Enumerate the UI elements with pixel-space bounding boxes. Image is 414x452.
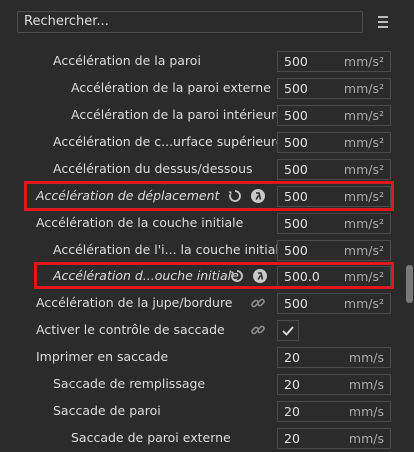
setting-value-field[interactable]: 500 mm/s²	[277, 213, 391, 234]
setting-row-initial-layer-print-acceleration: Accélération de l'i... la couche initial…	[0, 237, 400, 263]
setting-value-field[interactable]: 500 mm/s²	[277, 78, 391, 99]
field-unit: mm/s²	[343, 189, 384, 204]
setting-label: Accélération du dessus/dessous	[53, 161, 253, 176]
setting-label: Accélération de la paroi intérieure	[71, 107, 284, 122]
checkmark-icon	[282, 326, 294, 336]
setting-value-field[interactable]: 20 mm/s	[277, 374, 391, 395]
setting-label: Saccade de paroi	[53, 403, 161, 418]
scrollbar-thumb[interactable]	[406, 265, 413, 303]
setting-label: Accélération de la paroi externe	[71, 80, 271, 95]
field-unit: mm/s²	[343, 269, 384, 284]
setting-row-wall-jerk: Saccade de paroi 20 mm/s	[0, 398, 400, 424]
setting-row-outer-wall-jerk: Saccade de paroi externe 20 mm/s	[0, 425, 400, 451]
field-unit: mm/s²	[343, 135, 384, 150]
setting-label: Imprimer en saccade	[36, 349, 169, 364]
setting-row-top-surface-acceleration: Accélération de c...urface supérieure 50…	[0, 129, 400, 155]
field-value: 500	[284, 135, 308, 150]
setting-row-initial-layer-acceleration: Accélération de la couche initiale 500 m…	[0, 210, 400, 236]
field-unit: mm/s	[348, 404, 384, 419]
enable-jerk-checkbox[interactable]	[277, 320, 299, 341]
field-unit: mm/s	[348, 350, 384, 365]
hamburger-menu-icon[interactable]	[375, 13, 391, 31]
setting-label: Accélération de c...urface supérieure	[53, 134, 284, 149]
settings-list: Accélération de la paroi 500 mm/s² Accél…	[0, 44, 400, 452]
setting-row-outer-wall-acceleration: Accélération de la paroi externe 500 mm/…	[0, 75, 400, 101]
link-icon	[251, 298, 265, 308]
field-unit: mm/s²	[343, 108, 384, 123]
field-value: 20	[284, 350, 300, 365]
search-input[interactable]: Rechercher...	[17, 11, 363, 33]
setting-value-field[interactable]: 500 mm/s²	[277, 105, 391, 126]
scrollbar[interactable]	[404, 44, 414, 452]
field-unit: mm/s²	[343, 216, 384, 231]
field-value: 500	[284, 243, 308, 258]
field-value: 500	[284, 296, 308, 311]
field-value: 500	[284, 108, 308, 123]
field-value: 500	[284, 54, 308, 69]
setting-value-field[interactable]: 500 mm/s²	[277, 132, 391, 153]
setting-value-field[interactable]: 20 mm/s	[277, 401, 391, 422]
field-unit: mm/s²	[343, 243, 384, 258]
setting-row-inner-wall-acceleration: Accélération de la paroi intérieure 500 …	[0, 102, 400, 128]
field-value: 20	[284, 404, 300, 419]
setting-value-field[interactable]: 500 mm/s²	[277, 240, 391, 261]
info-icon[interactable]	[252, 268, 268, 284]
field-value: 500	[284, 81, 308, 96]
setting-row-print-jerk: Imprimer en saccade 20 mm/s	[0, 344, 400, 370]
field-value: 500.0	[284, 269, 320, 284]
setting-label: Accélération de déplacement	[36, 188, 220, 203]
field-unit: mm/s²	[343, 162, 384, 177]
field-value: 500	[284, 189, 308, 204]
setting-row-infill-jerk: Saccade de remplissage 20 mm/s	[0, 371, 400, 397]
setting-label: Accélération de la couche initiale	[36, 215, 244, 230]
field-value: 20	[284, 431, 300, 446]
setting-row-enable-jerk-control: Activer le contrôle de saccade	[0, 317, 400, 343]
setting-value-field[interactable]: 500 mm/s²	[277, 159, 391, 180]
reset-icon[interactable]	[229, 268, 245, 284]
search-bar: Rechercher...	[0, 0, 414, 44]
reset-icon[interactable]	[227, 188, 243, 204]
field-unit: mm/s	[348, 377, 384, 392]
field-value: 500	[284, 216, 308, 231]
setting-row-skirt-brim-acceleration: Accélération de la jupe/bordure 500 mm/s…	[0, 290, 400, 316]
setting-value-field[interactable]: 500 mm/s²	[277, 293, 391, 314]
setting-label: Activer le contrôle de saccade	[36, 322, 225, 337]
setting-value-field[interactable]: 20 mm/s	[277, 347, 391, 368]
setting-row-top-bottom-acceleration: Accélération du dessus/dessous 500 mm/s²	[0, 156, 400, 182]
info-icon[interactable]	[250, 188, 266, 204]
setting-label: Saccade de remplissage	[53, 376, 206, 391]
setting-row-initial-layer-travel-acceleration: Accélération d...ouche initiale 500.0 mm…	[0, 263, 400, 289]
setting-label: Accélération de la paroi	[53, 53, 201, 68]
field-unit: mm/s	[348, 431, 384, 446]
setting-value-field[interactable]: 20 mm/s	[277, 428, 391, 449]
field-unit: mm/s²	[343, 81, 384, 96]
setting-label: Accélération d...ouche initiale	[53, 268, 239, 283]
setting-label: Saccade de paroi externe	[71, 430, 231, 445]
setting-label: Accélération de la jupe/bordure	[36, 295, 233, 310]
setting-value-field[interactable]: 500 mm/s²	[277, 51, 391, 72]
link-icon	[251, 325, 265, 335]
setting-row-travel-acceleration: Accélération de déplacement 500 mm/s²	[0, 183, 400, 209]
setting-row-wall-acceleration: Accélération de la paroi 500 mm/s²	[0, 48, 400, 74]
field-unit: mm/s²	[343, 296, 384, 311]
setting-value-field[interactable]: 500 mm/s²	[277, 186, 391, 207]
field-unit: mm/s²	[343, 54, 384, 69]
field-value: 500	[284, 162, 308, 177]
field-value: 20	[284, 377, 300, 392]
setting-label: Accélération de l'i... la couche initial…	[53, 242, 287, 257]
setting-value-field[interactable]: 500.0 mm/s²	[277, 266, 391, 287]
